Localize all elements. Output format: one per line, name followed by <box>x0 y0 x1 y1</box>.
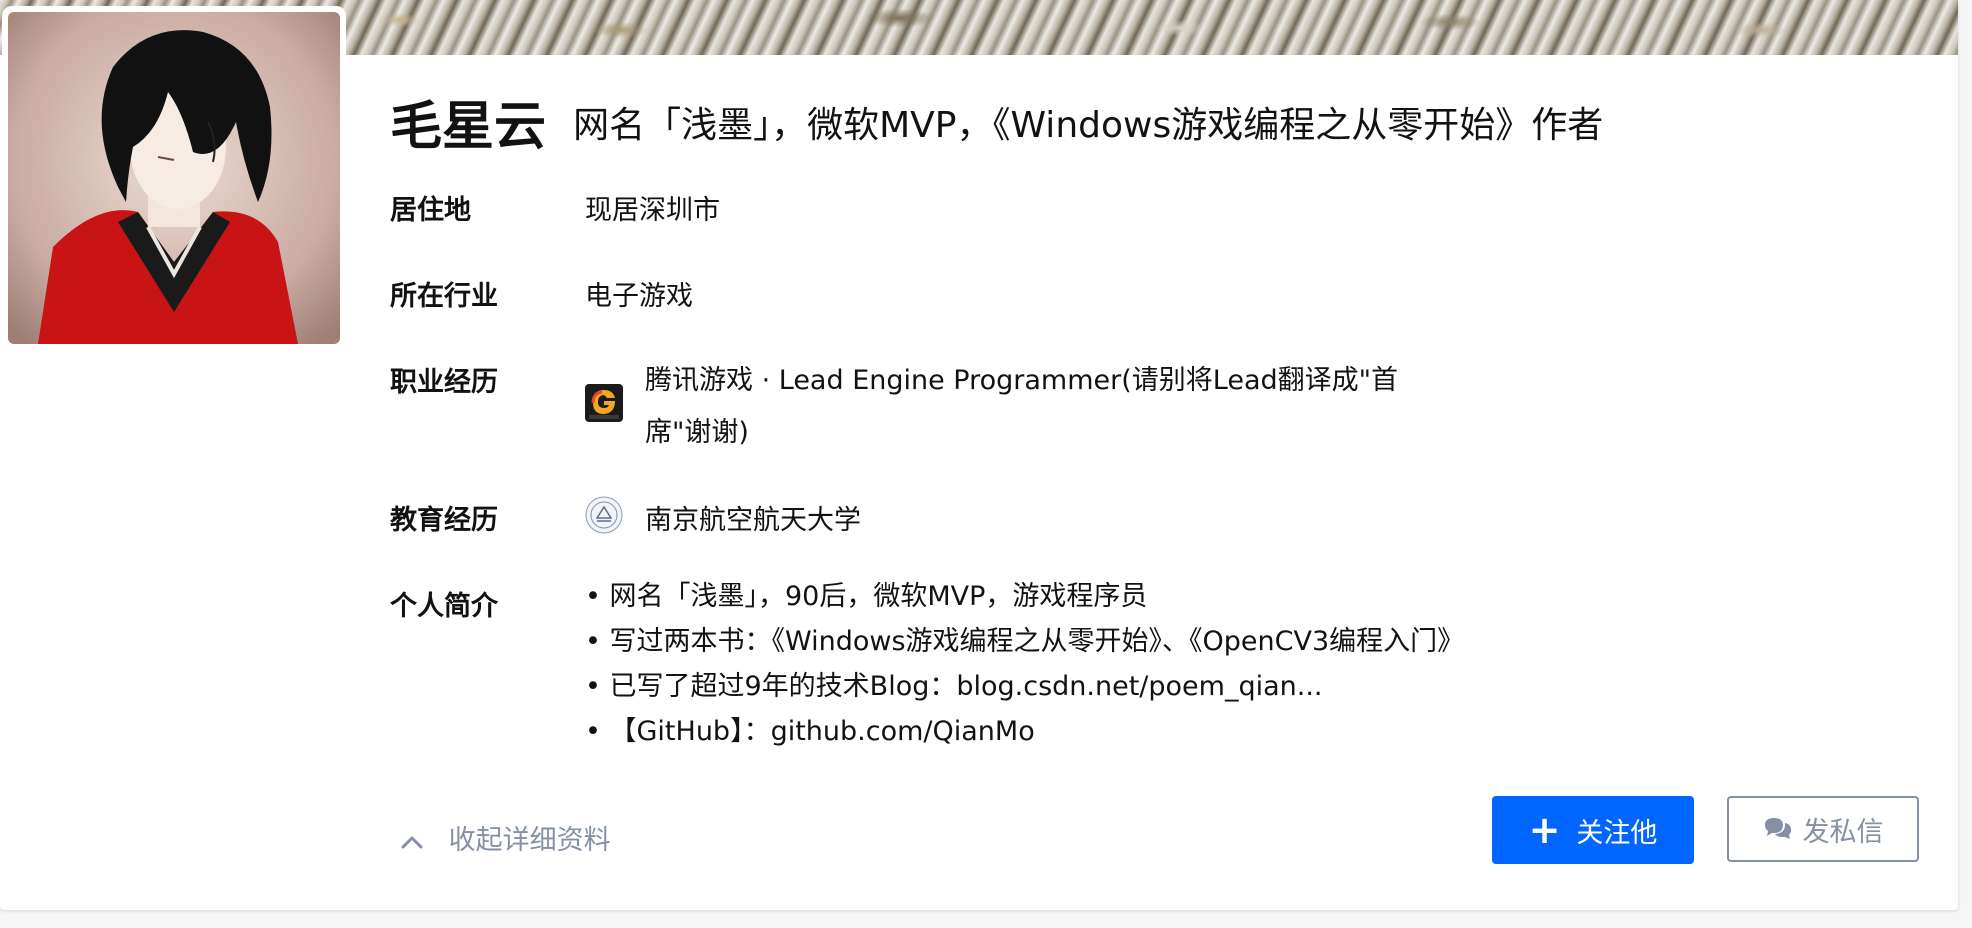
follow-label: 关注他 <box>1576 817 1658 849</box>
bio-line: • 写过两本书：《Windows游戏编程之从零开始》、《OpenCV3编程入门》 <box>585 626 1465 657</box>
bio-line[interactable]: • 已写了超过9年的技术Blog：blog.csdn.net/poem_qian… <box>585 664 1455 709</box>
profile-card: 毛星云 网名「浅墨」，微软MVP，《Windows游戏编程之从零开始》作者 居住… <box>0 0 1958 910</box>
profile-header: 毛星云 网名「浅墨」，微软MVP，《Windows游戏编程之从零开始》作者 <box>390 84 1603 159</box>
chevron-up-icon <box>400 826 424 857</box>
bio-content: • 网名「浅墨」，90后，微软MVP，游戏程序员 • 写过两本书：《Window… <box>585 574 1465 754</box>
avatar[interactable] <box>2 6 346 350</box>
residence-label: 居住地 <box>390 195 471 226</box>
profile-name: 毛星云 <box>390 97 547 157</box>
industry-value[interactable]: 电子游戏 <box>585 274 693 313</box>
avatar-image <box>8 12 340 344</box>
education-label: 教育经历 <box>390 505 498 536</box>
collapse-details-button[interactable]: 收起详细资料 <box>400 818 611 857</box>
nuaa-school-logo[interactable] <box>585 496 623 534</box>
residence-value: 现居深圳市 <box>585 195 720 226</box>
career-entry: 腾讯游戏 · Lead Engine Programmer(请别将Lead翻译成… <box>585 355 1415 459</box>
follow-button[interactable]: + 关注他 <box>1492 796 1694 864</box>
plus-icon: + <box>1528 808 1561 852</box>
career-text[interactable]: 腾讯游戏 · Lead Engine Programmer(请别将Lead翻译成… <box>645 355 1415 459</box>
industry-label: 所在行业 <box>390 281 498 312</box>
career-label: 职业经历 <box>390 367 498 398</box>
tencent-games-logo[interactable] <box>585 384 623 422</box>
bio-label: 个人简介 <box>390 591 498 622</box>
send-message-label: 发私信 <box>1802 816 1884 848</box>
collapse-details-label: 收起详细资料 <box>448 825 611 856</box>
bio-line: • 网名「浅墨」，90后，微软MVP，游戏程序员 <box>585 581 1148 612</box>
send-message-button[interactable]: 发私信 <box>1727 796 1919 862</box>
profile-headline: 网名「浅墨」，微软MVP，《Windows游戏编程之从零开始》作者 <box>573 104 1604 146</box>
bio-line[interactable]: • 【GitHub】：github.com/QianMo <box>585 709 1455 754</box>
education-value[interactable]: 南京航空航天大学 <box>645 498 861 537</box>
chat-bubbles-icon <box>1764 818 1791 839</box>
